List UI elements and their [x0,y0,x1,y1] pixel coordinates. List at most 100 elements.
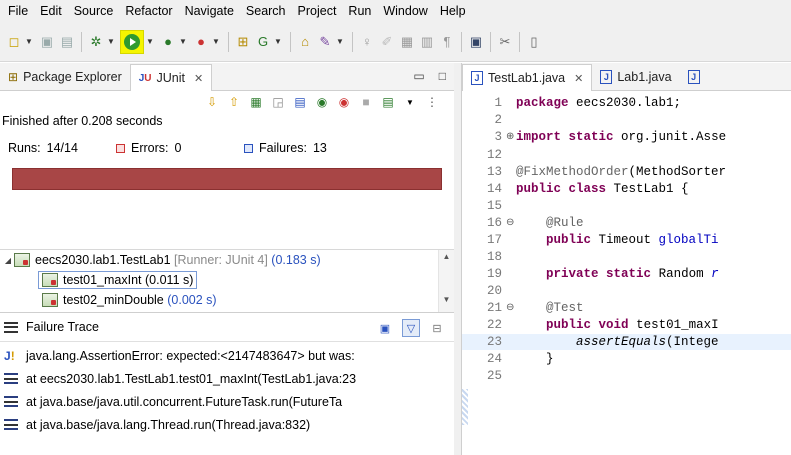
line-number: 20 [486,284,502,298]
menu-edit[interactable]: Edit [34,0,68,22]
next-failure-icon[interactable]: ⇩ [204,94,220,110]
maximize-icon[interactable]: □ [439,69,446,83]
tab-testlab1-java[interactable]: J TestLab1.java ✕ [462,64,593,91]
show-whitespace-icon[interactable]: ¶ [438,33,456,51]
show-view-icon[interactable]: ▦ [398,33,416,51]
block-selection-icon[interactable]: ▥ [418,33,436,51]
console-icon[interactable]: ▣ [467,33,485,51]
trace-line[interactable]: at eecs2030.lab1.TestLab1.test01_maxInt(… [0,367,454,390]
menu-window[interactable]: Window [377,0,433,22]
save-icon[interactable]: ▣ [38,33,56,51]
menu-source[interactable]: Source [68,0,120,22]
tab-junit[interactable]: JU JUnit ✕ [129,64,213,91]
search-icon[interactable]: ✎ [316,33,334,51]
trace-line[interactable]: J! java.lang.AssertionError: expected:<2… [0,344,454,367]
code-line: 16 ⊖ @Rule [462,215,791,231]
line-number: 19 [486,267,502,281]
tab-label: TestLab1.java [488,71,566,85]
line-number: 1 [494,96,502,110]
runs-label: Runs: [8,141,41,155]
chevron-down-icon[interactable]: ▼ [179,33,187,51]
minimize-icon[interactable]: ▭ [413,69,424,83]
compare-results-icon[interactable]: ▣ [376,319,394,337]
pin-icon[interactable]: ✂ [496,33,514,51]
fold-collapse-icon[interactable]: ⊖ [506,217,516,229]
trace-line[interactable]: at java.base/java.util.concurrent.Future… [0,390,454,413]
error-icon [116,143,125,153]
panel-sash[interactable] [454,63,461,455]
run-button[interactable] [120,29,144,54]
expand-arrow-icon[interactable]: ◢ [2,256,14,265]
tab-package-explorer[interactable]: ⊞ Package Explorer [0,64,130,90]
menu-project[interactable]: Project [292,0,343,22]
trace-text: java.lang.AssertionError: expected:<2147… [26,348,355,363]
new-class-icon[interactable]: G [254,33,272,51]
test-failed-icon [42,273,58,287]
selected-test-item[interactable]: test01_maxInt (0.011 s) [38,271,198,289]
history-icon[interactable]: ▤ [380,94,396,110]
java-file-icon: J [600,70,613,84]
copy-trace-icon[interactable]: ⊟ [428,319,446,337]
failures-value: 13 [312,141,327,155]
chevron-down-icon[interactable]: ▼ [336,33,344,51]
code-line: 2 [462,112,791,128]
chevron-down-icon[interactable]: ▼ [402,94,418,110]
annotation-icon[interactable]: ♀ [358,33,376,51]
chevron-down-icon[interactable]: ▼ [107,33,115,51]
menu-refactor[interactable]: Refactor [119,0,178,22]
menu-help[interactable]: Help [434,0,472,22]
failure-trace-header: Failure Trace ▣ ▽ ⊟ [0,312,454,342]
menu-file[interactable]: File [2,0,34,22]
runs-stat: Runs: 14/14 [8,141,116,155]
suite-time: (0.183 s) [271,253,321,267]
filter-stack-trace-icon[interactable]: ▽ [402,319,420,337]
menu-navigate[interactable]: Navigate [179,0,240,22]
line-number: 15 [486,199,502,213]
trace-text: at java.base/java.lang.Thread.run(Thread… [26,417,311,432]
menu-run[interactable]: Run [342,0,377,22]
scroll-down-icon[interactable]: ▼ [439,293,454,307]
rerun-icon[interactable]: ◉ [314,94,330,110]
save-all-icon[interactable]: ▤ [58,33,76,51]
fold-expand-icon[interactable]: ⊕ [506,131,516,143]
tree-row-test[interactable]: test02_minDouble (0.002 s) [0,290,454,310]
code-line: 14 public class TestLab1 { [462,181,791,197]
close-icon[interactable]: ✕ [194,72,203,85]
fold-collapse-icon[interactable]: ⊖ [506,302,516,314]
chevron-down-icon[interactable]: ▼ [25,33,33,51]
tree-row-suite[interactable]: ◢ eecs2030.lab1.TestLab1 [Runner: JUnit … [0,250,454,270]
trace-line[interactable]: at java.base/java.lang.Thread.run(Thread… [0,413,454,436]
show-skipped-icon[interactable]: ▤ [292,94,308,110]
new-package-icon[interactable]: ⊞ [234,33,252,51]
new-icon[interactable]: ◻ [5,33,23,51]
code-line: 22 public void test01_maxI [462,317,791,333]
tab-lab1-java[interactable]: J Lab1.java [592,64,679,90]
debug-icon[interactable]: ✲ [87,33,105,51]
errors-stat: Errors: 0 [116,141,244,155]
chevron-down-icon[interactable]: ▼ [146,33,154,51]
chevron-down-icon[interactable]: ▼ [212,33,220,51]
code-editor[interactable]: 1 package eecs2030.lab1; 2 3 ⊕ import stati… [462,91,791,455]
coverage-icon[interactable]: ● [159,33,177,51]
more-icon[interactable]: ▯ [525,33,543,51]
menu-search[interactable]: Search [240,0,292,22]
main-toolbar: ◻ ▼ ▣ ▤ ✲ ▼ ▼ ● ▼ ● ▼ ⊞ G ▼ ⌂ ✎ ▼ ♀ ✐ ▦ … [0,22,791,62]
rerun-failed-icon[interactable]: ◉ [336,94,352,110]
edit-icon[interactable]: ✐ [378,33,396,51]
tree-row-test[interactable]: test01_maxInt (0.011 s) [0,270,454,290]
show-failures-only-icon[interactable]: ▦ [248,94,264,110]
open-type-icon[interactable]: ⌂ [296,33,314,51]
tree-scrollbar[interactable]: ▲ ▼ [438,250,454,312]
external-tools-icon[interactable]: ● [192,33,210,51]
finished-status: Finished after 0.208 seconds [2,114,163,128]
tab-more-java[interactable]: J [680,64,708,90]
previous-failure-icon[interactable]: ⇧ [226,94,242,110]
scroll-up-icon[interactable]: ▲ [439,250,454,264]
line-number: 16 [486,216,502,230]
scroll-lock-icon[interactable]: ◲ [270,94,286,110]
chevron-down-icon[interactable]: ▼ [274,33,282,51]
view-menu-icon[interactable]: ⋮ [424,94,440,110]
java-file-icon: J [687,70,700,84]
close-icon[interactable]: ✕ [574,72,583,85]
stop-icon[interactable]: ■ [358,94,374,110]
